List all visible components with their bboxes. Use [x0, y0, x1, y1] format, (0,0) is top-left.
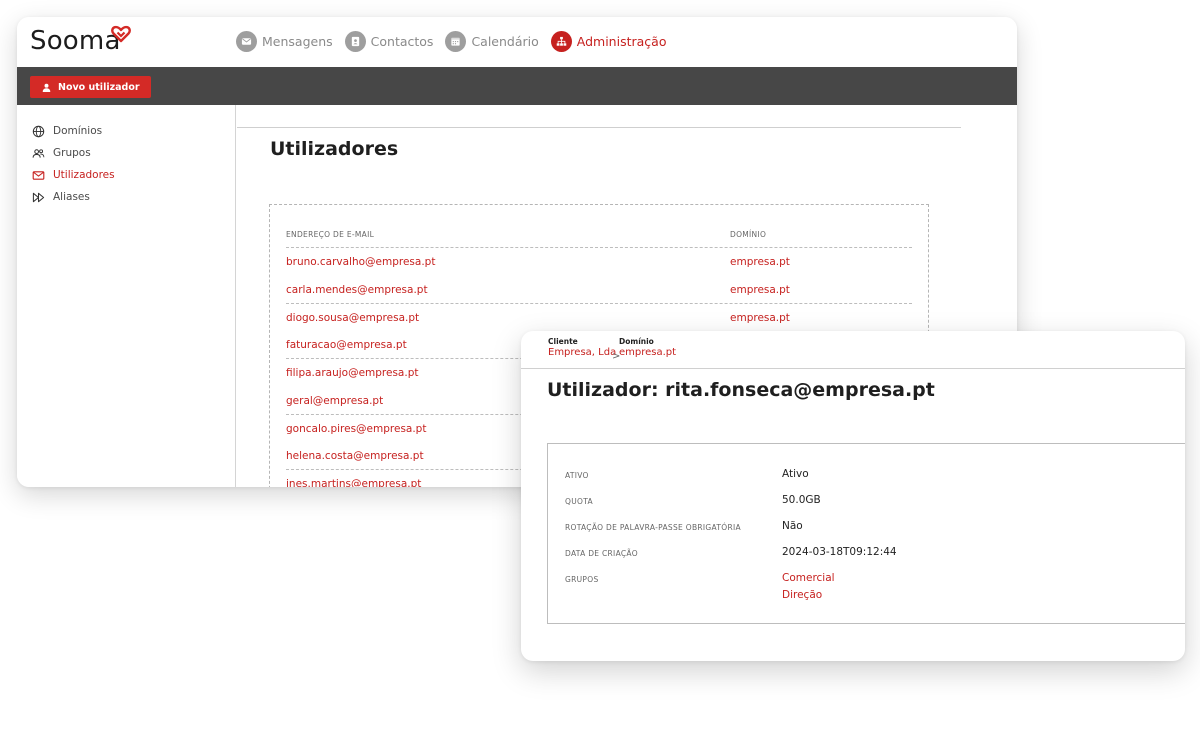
breadcrumb-label: Cliente [548, 337, 578, 346]
table-row[interactable]: carla.mendes@empresa.pt empresa.pt [286, 276, 912, 304]
group-link[interactable]: Direção [782, 589, 822, 601]
user-email-link[interactable]: helena.costa@empresa.pt [286, 450, 424, 462]
divider [237, 127, 961, 128]
detail-value: 50.0GB [782, 494, 821, 506]
nav-label: Mensagens [262, 34, 333, 49]
nav-label: Calendário [471, 34, 539, 49]
domain-link[interactable]: empresa.pt [730, 256, 790, 268]
table-row[interactable]: bruno.carvalho@empresa.pt empresa.pt [286, 248, 912, 276]
sidebar-item-utilizadores[interactable]: Utilizadores [32, 164, 115, 186]
detail-label: Rotação de palavra-passe obrigatória [565, 523, 741, 532]
detail-label: Ativo [565, 471, 589, 480]
fast-forward-icon [32, 192, 45, 202]
sidebar-item-label: Grupos [53, 147, 91, 159]
client-link[interactable]: Empresa, Lda [548, 347, 616, 358]
sidebar-item-label: Domínios [53, 125, 103, 137]
top-bar: Sooma Mensagens Contactos Calendário Adm… [17, 17, 1017, 67]
breadcrumb-client: Cliente Empresa, Lda [548, 337, 616, 358]
nav-item-contactos[interactable]: Contactos [344, 31, 434, 52]
breadcrumb-domain: Domínio empresa.pt [619, 337, 676, 358]
user-email-link[interactable]: diogo.sousa@empresa.pt [286, 312, 419, 324]
user-title: Utilizador: rita.fonseca@empresa.pt [547, 379, 935, 401]
domain-link[interactable]: empresa.pt [730, 284, 790, 296]
table-row[interactable]: diogo.sousa@empresa.pt empresa.pt [286, 304, 912, 332]
detail-value: Ativo [782, 468, 809, 480]
column-header-email[interactable]: Endereço de e-mail [286, 230, 374, 239]
breadcrumb-label: Domínio [619, 337, 654, 346]
page-title: Utilizadores [270, 138, 399, 160]
contact-card-icon [344, 31, 366, 52]
detail-value: 2024-03-18T09:12:44 [782, 546, 897, 558]
envelope-icon [236, 31, 257, 52]
divider [521, 368, 1185, 369]
nav-label: Contactos [370, 34, 434, 49]
domain-link[interactable]: empresa.pt [619, 347, 676, 358]
calendar-icon [445, 31, 467, 52]
user-details-panel: Ativo Ativo Quota 50.0GB Rotação de pala… [547, 443, 1185, 624]
org-chart-icon [550, 31, 572, 52]
sidebar-item-label: Aliases [53, 191, 90, 203]
app-logo[interactable]: Sooma [30, 26, 121, 56]
envelope-icon [32, 170, 45, 180]
sidebar: Domínios Grupos Utilizadores Aliases [17, 105, 236, 487]
detail-label: Data de criação [565, 549, 638, 558]
new-user-button[interactable]: Novo utilizador [30, 76, 151, 98]
heart-logo-icon [111, 25, 131, 43]
user-email-link[interactable]: bruno.carvalho@empresa.pt [286, 256, 435, 268]
group-link[interactable]: Comercial [782, 572, 835, 584]
user-email-link[interactable]: carla.mendes@empresa.pt [286, 284, 428, 296]
domain-link[interactable]: empresa.pt [730, 312, 790, 324]
new-user-label: Novo utilizador [58, 81, 140, 93]
user-email-link[interactable]: ines.martins@empresa.pt [286, 478, 421, 487]
sidebar-item-label: Utilizadores [53, 169, 115, 181]
detail-label: Grupos [565, 575, 599, 584]
user-detail-window: Cliente Empresa, Lda > Domínio empresa.p… [521, 331, 1185, 661]
sidebar-item-grupos[interactable]: Grupos [32, 142, 115, 164]
table-header: Endereço de e-mail Domínio [286, 227, 912, 248]
user-email-link[interactable]: goncalo.pires@empresa.pt [286, 423, 426, 435]
main-nav: Mensagens Contactos Calendário Administr… [236, 31, 666, 52]
user-email-link[interactable]: geral@empresa.pt [286, 395, 383, 407]
nav-label: Administração [576, 34, 667, 49]
sidebar-item-dominios[interactable]: Domínios [32, 120, 115, 142]
detail-value: Não [782, 520, 803, 532]
action-toolbar: Novo utilizador [17, 67, 1017, 105]
user-email-link[interactable]: filipa.araujo@empresa.pt [286, 367, 419, 379]
group-icon [32, 148, 45, 158]
column-header-domain[interactable]: Domínio [730, 230, 766, 239]
user-icon [42, 83, 51, 92]
nav-item-mensagens[interactable]: Mensagens [236, 31, 333, 52]
nav-item-administracao[interactable]: Administração [550, 31, 667, 52]
nav-item-calendario[interactable]: Calendário [445, 31, 539, 52]
detail-label: Quota [565, 497, 593, 506]
user-email-link[interactable]: faturacao@empresa.pt [286, 339, 407, 351]
sidebar-item-aliases[interactable]: Aliases [32, 186, 115, 208]
globe-icon [32, 125, 45, 137]
